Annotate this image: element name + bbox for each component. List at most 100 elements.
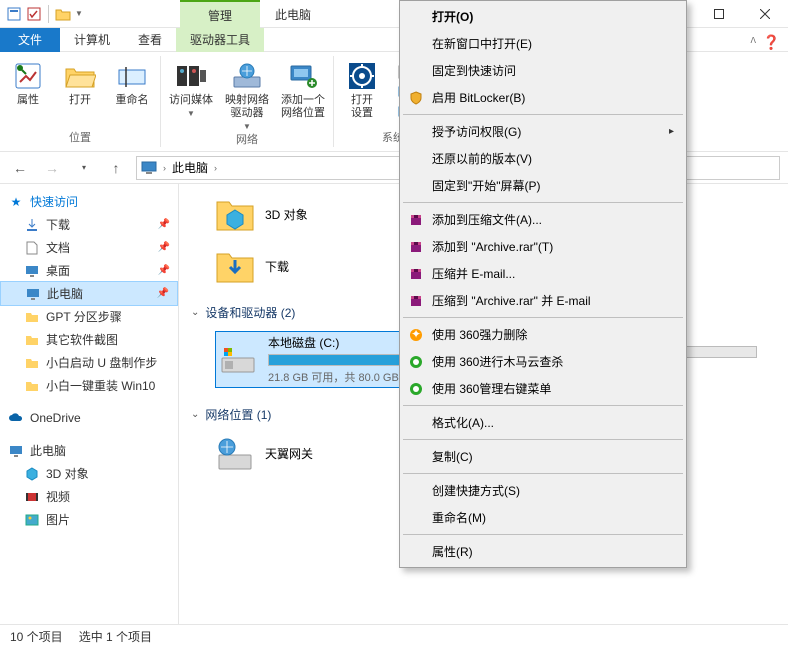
gateway-icon [215, 433, 255, 473]
status-bar: 10 个项目 选中 1 个项目 [0, 624, 788, 648]
separator [48, 5, 49, 23]
folder-icon [24, 355, 40, 371]
open-settings-button[interactable]: 打开 设置 [342, 60, 382, 120]
chevron-right-icon[interactable]: › [214, 163, 217, 173]
this-pc-icon [8, 443, 24, 459]
nav-xb2[interactable]: 小白一键重装 Win10 [0, 374, 178, 397]
chevron-right-icon: ▸ [669, 126, 674, 137]
archive-icon [408, 266, 424, 282]
desktop-icon [24, 263, 40, 279]
dropdown-icon[interactable]: ▼ [75, 9, 83, 18]
chevron-right-icon[interactable]: › [163, 163, 166, 173]
ctx-bitlocker[interactable]: 启用 BitLocker(B) [402, 84, 684, 111]
map-network-drive-button[interactable]: 映射网络 驱动器▼ [225, 60, 269, 131]
nav-gpt[interactable]: GPT 分区步骤 [0, 305, 178, 328]
maximize-button[interactable] [696, 0, 742, 28]
ctx-format[interactable]: 格式化(A)... [402, 409, 684, 436]
ctx-zip-email-rar[interactable]: 压缩到 "Archive.rar" 并 E-mail [402, 287, 684, 314]
ctx-360-scan[interactable]: 使用 360进行木马云查杀 [402, 348, 684, 375]
video-icon [24, 489, 40, 505]
ctx-zip-email[interactable]: 压缩并 E-mail... [402, 260, 684, 287]
ctx-grant-access[interactable]: 授予访问权限(G)▸ [402, 118, 684, 145]
nav-onedrive[interactable]: OneDrive [0, 407, 178, 429]
ctx-pin-start[interactable]: 固定到"开始"屏幕(P) [402, 172, 684, 199]
separator [403, 534, 683, 535]
this-pc-icon [141, 161, 157, 175]
folder-icon [24, 332, 40, 348]
folder-downloads[interactable]: 下载 [215, 246, 415, 286]
add-network-location-button[interactable]: 添加一个 网络位置 [281, 60, 325, 120]
nav-quick-access[interactable]: ★快速访问 [0, 190, 178, 213]
separator [403, 405, 683, 406]
folder-icon [24, 309, 40, 325]
picture-icon [24, 512, 40, 528]
360-icon [408, 354, 424, 370]
ribbon-group-network: 访问媒体▼ 映射网络 驱动器▼ 添加一个 网络位置 网络 [161, 56, 334, 147]
shield-icon [408, 90, 424, 106]
nav-documents[interactable]: 文档📌 [0, 236, 178, 259]
nav-desktop[interactable]: 桌面📌 [0, 259, 178, 282]
360-icon [408, 381, 424, 397]
nav-this-pc-root[interactable]: 此电脑 [0, 439, 178, 462]
nav-this-pc[interactable]: 此电脑📌 [0, 281, 178, 306]
collapse-ribbon-icon[interactable]: ᐱ [751, 36, 756, 45]
close-button[interactable] [742, 0, 788, 28]
properties-button[interactable]: 属性 [8, 60, 48, 107]
rename-button[interactable]: 重命名 [112, 60, 152, 107]
item-count: 10 个项目 [10, 628, 63, 645]
archive-icon [408, 212, 424, 228]
ctx-rename[interactable]: 重命名(M) [402, 504, 684, 531]
separator [403, 317, 683, 318]
nav-xb1[interactable]: 小白启动 U 盘制作步 [0, 351, 178, 374]
tab-view[interactable]: 查看 [124, 28, 176, 52]
access-media-button[interactable]: 访问媒体▼ [169, 60, 213, 118]
pin-icon: 📌 [158, 265, 170, 276]
open-button[interactable]: 打开 [60, 60, 100, 107]
archive-icon [408, 293, 424, 309]
ctx-new-window[interactable]: 在新窗口中打开(E) [402, 30, 684, 57]
cloud-icon [8, 410, 24, 426]
tab-drive-tools[interactable]: 驱动器工具 [176, 28, 264, 52]
tab-computer[interactable]: 计算机 [60, 28, 124, 52]
title-text: 此电脑 [275, 6, 311, 23]
folder-3d-objects[interactable]: 3D 对象 [215, 194, 415, 234]
ctx-360-menu[interactable]: 使用 360管理右键菜单 [402, 375, 684, 402]
back-button[interactable]: ← [8, 156, 32, 180]
recent-dropdown[interactable]: ▾ [72, 156, 96, 180]
breadcrumb-root[interactable]: 此电脑 [172, 159, 208, 176]
nav-other[interactable]: 其它软件截图 [0, 328, 178, 351]
selection-count: 选中 1 个项目 [79, 628, 152, 645]
caret-down-icon: ⌄ [191, 409, 199, 420]
ctx-copy[interactable]: 复制(C) [402, 443, 684, 470]
help-icon[interactable]: ❓ [763, 34, 780, 51]
nav-3d-objects[interactable]: 3D 对象 [0, 462, 178, 485]
360-icon: ✦ [408, 327, 424, 343]
up-button[interactable]: ↑ [104, 156, 128, 180]
download-icon [24, 217, 40, 233]
star-icon: ★ [8, 194, 24, 210]
ctx-restore-versions[interactable]: 还原以前的版本(V) [402, 145, 684, 172]
this-pc-icon [25, 286, 41, 302]
checkbox-icon[interactable] [26, 6, 42, 22]
ctx-pin-quick[interactable]: 固定到快速访问 [402, 57, 684, 84]
ctx-360-delete[interactable]: ✦使用 360强力删除 [402, 321, 684, 348]
forward-button[interactable]: → [40, 156, 64, 180]
separator [403, 473, 683, 474]
ctx-add-archive[interactable]: 添加到压缩文件(A)... [402, 206, 684, 233]
nav-downloads[interactable]: 下载📌 [0, 213, 178, 236]
ctx-create-shortcut[interactable]: 创建快捷方式(S) [402, 477, 684, 504]
nav-video[interactable]: 视频 [0, 485, 178, 508]
group-label-network: 网络 [236, 131, 258, 149]
properties-icon[interactable] [6, 6, 22, 22]
nav-pictures[interactable]: 图片 [0, 508, 178, 531]
ctx-open[interactable]: 打开(O) [402, 3, 684, 30]
new-folder-icon[interactable] [55, 6, 71, 22]
group-label-location: 位置 [69, 129, 91, 147]
context-menu: 打开(O) 在新窗口中打开(E) 固定到快速访问 启用 BitLocker(B)… [399, 0, 687, 568]
manage-context-tab[interactable]: 管理 [180, 0, 260, 28]
document-icon [24, 240, 40, 256]
ctx-add-rar[interactable]: 添加到 "Archive.rar"(T) [402, 233, 684, 260]
file-tab[interactable]: 文件 [0, 28, 60, 52]
navigation-pane[interactable]: ★快速访问 下载📌 文档📌 桌面📌 此电脑📌 GPT 分区步骤 其它软件截图 小… [0, 184, 179, 624]
ctx-properties[interactable]: 属性(R) [402, 538, 684, 565]
